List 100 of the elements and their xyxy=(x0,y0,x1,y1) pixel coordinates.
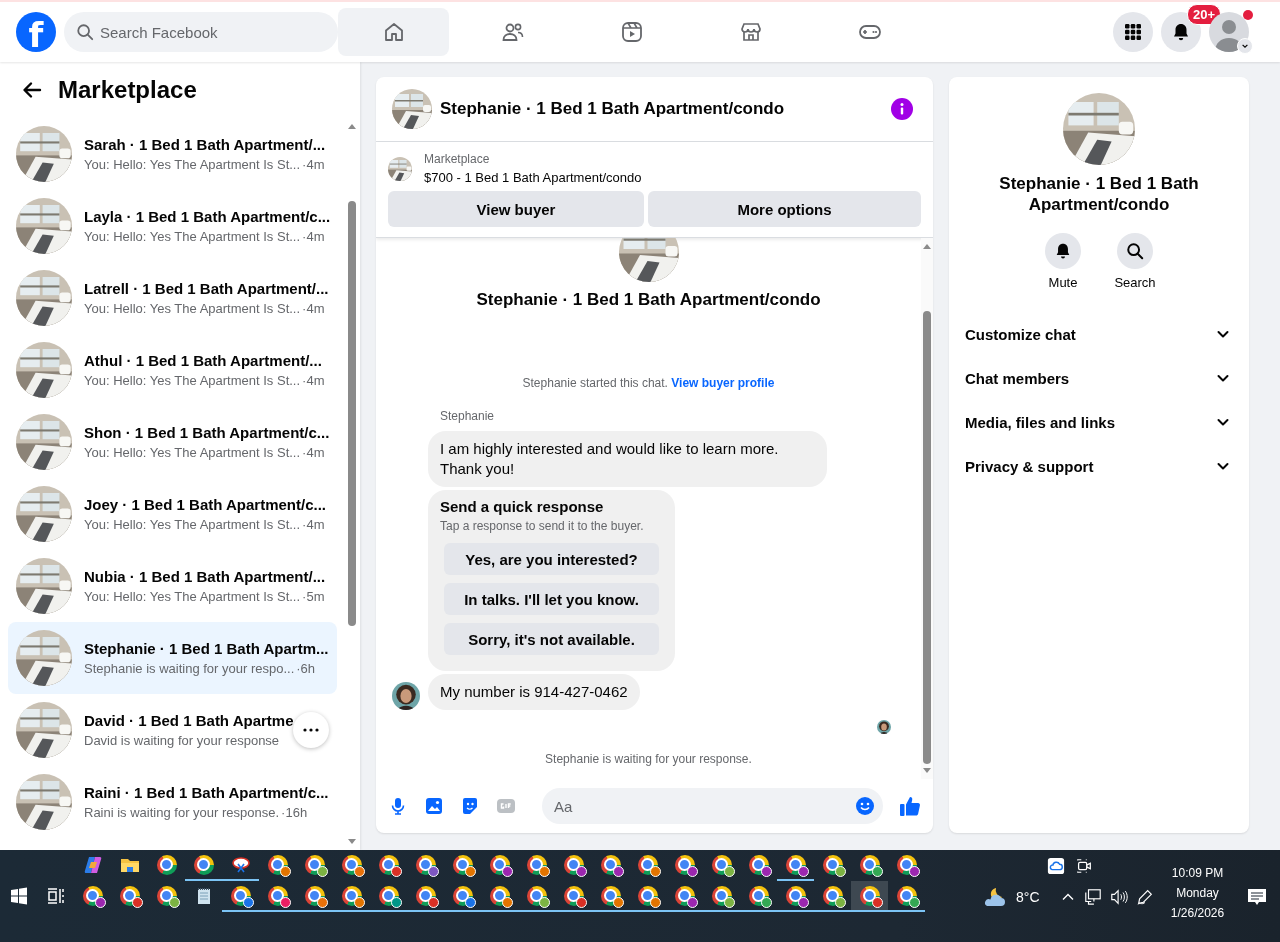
logo[interactable]: f xyxy=(16,12,56,52)
bell-icon xyxy=(1054,242,1072,260)
camera-icon[interactable] xyxy=(1075,856,1093,875)
message-input[interactable]: Aa xyxy=(542,788,883,824)
conversation-item[interactable]: Latrell · 1 Bed 1 Bath Apartment/... You: Hello: Yes The Apartment Is St...·4m xyxy=(8,262,337,334)
conversation-item[interactable]: Raini · 1 Bed 1 Bath Apartment/c... Raini is waiting for your response.·16h xyxy=(8,766,337,838)
browser-icon xyxy=(785,885,806,906)
more-button[interactable] xyxy=(293,712,329,748)
image-icon[interactable] xyxy=(424,796,444,816)
timestamp: ·4m xyxy=(302,373,325,388)
browser-icon xyxy=(600,885,621,906)
message-preview: You: Hello: Yes The Apartment Is St... xyxy=(84,157,301,172)
clock-time[interactable]: 10:09 PM xyxy=(1171,866,1224,880)
conversation-name: Joey · 1 Bed 1 Bath Apartment/c... xyxy=(84,496,326,513)
browser-icon xyxy=(415,854,436,875)
scroll-up-icon[interactable] xyxy=(923,244,931,249)
grid-icon xyxy=(1123,22,1143,42)
browser-icon xyxy=(193,854,214,875)
conversation-item[interactable]: Stephanie · 1 Bed 1 Bath Apartm... Stephanie is waiting for your respo...·6h xyxy=(8,622,337,694)
sender-name: Stephanie xyxy=(440,409,496,423)
action-button[interactable]: More options xyxy=(648,191,921,227)
clock-date[interactable]: 1/26/2026 xyxy=(1170,906,1225,920)
section-row[interactable]: Chat members xyxy=(957,356,1241,400)
conversation-item[interactable]: Nubia · 1 Bed 1 Bath Apartment/... You: Hello: Yes The Apartment Is St...·5m xyxy=(8,550,337,622)
message-bubble: I am highly interested and would like to learn more. Thank you! xyxy=(428,431,827,487)
start-icon xyxy=(8,885,29,906)
browser-icon xyxy=(489,854,510,875)
dropdown-icon[interactable] xyxy=(1237,38,1253,54)
search-field[interactable]: Search Facebook xyxy=(64,12,338,52)
quick-reply-button[interactable]: In talks. I'll let you know. xyxy=(444,583,659,615)
browser-icon xyxy=(267,885,288,906)
action-button[interactable]: View buyer xyxy=(388,191,644,227)
browser-icon xyxy=(378,854,399,875)
browser-icon xyxy=(563,854,584,875)
conversation-item[interactable]: Joey · 1 Bed 1 Bath Apartment/c... You: Hello: Yes The Apartment Is St...·4m xyxy=(8,478,337,550)
action-label: Search xyxy=(1114,275,1156,290)
search-icon xyxy=(76,23,94,41)
browser-icon xyxy=(230,885,251,906)
browser-icon xyxy=(563,885,584,906)
sticker-icon[interactable] xyxy=(460,796,480,816)
browser-icon xyxy=(674,854,695,875)
timestamp: ·4m xyxy=(302,229,325,244)
info-icon[interactable] xyxy=(891,98,913,120)
video-icon xyxy=(619,20,644,44)
conversation-item[interactable]: Sarah · 1 Bed 1 Bath Apartment/... You: Hello: Yes The Apartment Is St...·4m xyxy=(8,118,337,190)
browser-icon xyxy=(785,854,806,875)
browser-icon xyxy=(378,885,399,906)
scroll-up-icon[interactable] xyxy=(348,124,356,129)
quick-reply-button[interactable]: Sorry, it's not available. xyxy=(444,623,659,655)
nav-tab[interactable] xyxy=(338,8,449,56)
conversation-item[interactable]: Athul · 1 Bed 1 Bath Apartment/... You: Hello: Yes The Apartment Is St...·4m xyxy=(8,334,337,406)
message-preview: You: Hello: Yes The Apartment Is St... xyxy=(84,301,301,316)
taskbar-button[interactable] xyxy=(851,881,888,912)
browser-icon xyxy=(341,885,362,906)
chat-notice: Stephanie started this chat. View buyer profile xyxy=(522,376,775,390)
search-icon xyxy=(1126,242,1144,260)
circle-button[interactable] xyxy=(1045,233,1081,269)
conversation-item[interactable]: Layla · 1 Bed 1 Bath Apartment/c... You: Hello: Yes The Apartment Is St...·4m xyxy=(8,190,337,262)
pen-icon[interactable] xyxy=(1135,887,1154,906)
contact-name: Stephanie · 1 Bed 1 Bath Apartment/condo xyxy=(998,173,1200,215)
scissors-icon xyxy=(230,854,251,875)
circle-button[interactable] xyxy=(1117,233,1153,269)
conversation-item[interactable]: Shon · 1 Bed 1 Bath Apartment/c... You: Hello: Yes The Apartment Is St...·4m xyxy=(8,406,337,478)
scrollbar-thumb[interactable] xyxy=(923,311,931,764)
conversation-name: Layla · 1 Bed 1 Bath Apartment/c... xyxy=(84,208,329,225)
volume-icon[interactable] xyxy=(1109,887,1128,906)
card-title: Send a quick response xyxy=(440,498,605,515)
section-row[interactable]: Customize chat xyxy=(957,312,1241,356)
conversation-name: Sarah · 1 Bed 1 Bath Apartment/... xyxy=(84,136,326,153)
emoji-icon[interactable] xyxy=(855,796,875,816)
buyer-profile-link[interactable]: View buyer profile xyxy=(671,376,775,390)
network-icon[interactable] xyxy=(1083,887,1102,906)
browser-icon xyxy=(748,885,769,906)
browser-icon xyxy=(452,885,473,906)
clock-day[interactable]: Monday xyxy=(1176,886,1219,900)
status-text: Stephanie is waiting for your response. xyxy=(545,752,752,766)
scroll-down-icon[interactable] xyxy=(923,768,931,773)
conversation-name: Stephanie · 1 Bed 1 Bath Apartm... xyxy=(84,640,329,657)
menu-button[interactable] xyxy=(1113,12,1153,52)
listing-source: Marketplace xyxy=(424,152,491,166)
conversation-item[interactable]: David · 1 Bed 1 Bath Apartme David is waiting for your response xyxy=(8,694,337,766)
action-label: Mute xyxy=(1048,275,1078,290)
task-view-icon xyxy=(45,885,66,906)
message-preview: Stephanie is waiting for your respo... xyxy=(84,661,295,676)
quick-reply-button[interactable]: Yes, are you interested? xyxy=(444,543,659,575)
timestamp: ·5m xyxy=(302,589,325,604)
message-preview: You: Hello: Yes The Apartment Is St... xyxy=(84,517,301,532)
browser-icon xyxy=(896,885,917,906)
scrollbar-thumb[interactable] xyxy=(348,201,356,626)
section-row[interactable]: Privacy & support xyxy=(957,444,1241,488)
page-title: Marketplace xyxy=(58,76,197,104)
browser-icon xyxy=(637,854,658,875)
thumbs-up-icon[interactable] xyxy=(899,795,921,817)
section-row[interactable]: Media, files and links xyxy=(957,400,1241,444)
browser-icon xyxy=(637,885,658,906)
scroll-down-icon[interactable] xyxy=(348,839,356,844)
cloud-icon[interactable] xyxy=(1047,856,1065,875)
temperature: 8°C xyxy=(1016,888,1040,905)
browser-icon xyxy=(600,854,621,875)
back-arrow-icon[interactable] xyxy=(22,80,42,100)
